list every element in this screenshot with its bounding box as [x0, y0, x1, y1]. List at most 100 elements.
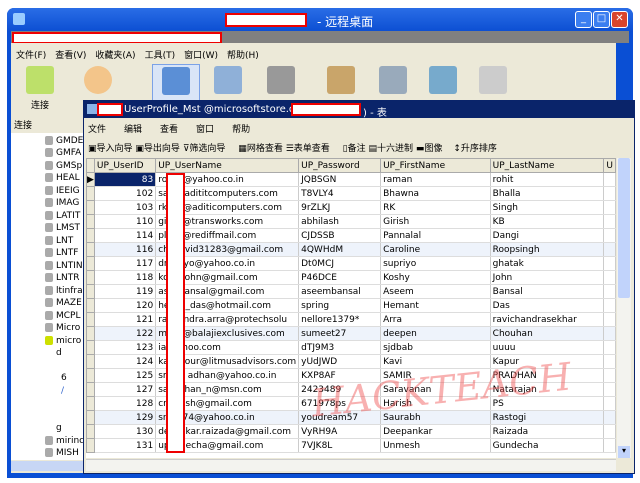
- cell-password[interactable]: abhilash: [298, 214, 382, 229]
- column-header[interactable]: UP_UserID: [93, 158, 157, 173]
- cell-lastname[interactable]: Roopsingh: [490, 242, 605, 257]
- menu-file[interactable]: 文件: [88, 125, 106, 135]
- row-indicator[interactable]: [86, 354, 95, 369]
- cell-userid[interactable]: 125: [94, 368, 157, 383]
- row-indicator[interactable]: [86, 382, 95, 397]
- cell-firstname[interactable]: Unmesh: [380, 438, 491, 453]
- cell-extra[interactable]: [603, 214, 616, 229]
- row-indicator[interactable]: [86, 214, 95, 229]
- cell-userid[interactable]: 103: [94, 200, 157, 215]
- cell-userid[interactable]: 102: [94, 186, 157, 201]
- cell-lastname[interactable]: Das: [490, 298, 605, 313]
- cell-lastname[interactable]: Gundecha: [490, 438, 605, 453]
- menu-window[interactable]: 窗口: [196, 125, 214, 135]
- cell-userid[interactable]: 118: [94, 270, 157, 285]
- sort-ascending-button[interactable]: ↕升序排序: [453, 144, 497, 154]
- cell-lastname[interactable]: uuuu: [490, 340, 605, 355]
- filter-wizard-button[interactable]: ⊽筛选向导: [183, 144, 226, 154]
- cell-extra[interactable]: [603, 172, 616, 187]
- column-header[interactable]: UP_LastName: [489, 158, 605, 173]
- menu-edit[interactable]: 编辑: [124, 125, 142, 135]
- cell-password[interactable]: nellore1379*: [298, 312, 382, 327]
- connect-button[interactable]: 连接: [17, 64, 63, 111]
- cell-userid[interactable]: 121: [94, 312, 157, 327]
- tree-horizontal-scrollbar[interactable]: [11, 461, 83, 471]
- row-indicator[interactable]: ▶: [86, 172, 95, 187]
- cell-userid[interactable]: 130: [94, 424, 157, 439]
- menu-help[interactable]: 帮助(H): [227, 51, 259, 61]
- maximize-button[interactable]: □: [593, 11, 610, 28]
- cell-extra[interactable]: [603, 200, 616, 215]
- menu-view[interactable]: 查看: [160, 125, 178, 135]
- form-view-button[interactable]: ☰表单查看: [286, 144, 330, 154]
- cell-firstname[interactable]: supriyo: [380, 256, 491, 271]
- cell-extra[interactable]: [603, 438, 616, 453]
- cell-userid[interactable]: 83: [94, 172, 157, 187]
- cell-extra[interactable]: [603, 382, 616, 397]
- cell-firstname[interactable]: Girish: [380, 214, 491, 229]
- cell-password[interactable]: JQBSGN: [298, 172, 382, 187]
- cell-firstname[interactable]: Bhawna: [380, 186, 491, 201]
- column-header[interactable]: UP_UserName: [155, 158, 300, 173]
- cell-password[interactable]: P46DCE: [298, 270, 382, 285]
- scroll-down-arrow-icon[interactable]: ▾: [618, 446, 630, 458]
- data-grid[interactable]: UP_UserID UP_UserName UP_Password UP_Fir…: [86, 158, 616, 458]
- row-indicator[interactable]: [86, 284, 95, 299]
- cell-password[interactable]: sumeet27: [298, 326, 382, 341]
- column-header[interactable]: UP_FirstName: [380, 158, 491, 173]
- cell-extra[interactable]: [603, 298, 616, 313]
- cell-lastname[interactable]: Chouhan: [490, 326, 605, 341]
- cell-lastname[interactable]: John: [490, 270, 605, 285]
- grid-vertical-scrollbar[interactable]: ▾: [617, 158, 631, 458]
- row-indicator[interactable]: [86, 368, 95, 383]
- cell-userid[interactable]: 123: [94, 340, 157, 355]
- cell-password[interactable]: dTJ9M3: [298, 340, 382, 355]
- cell-extra[interactable]: [603, 256, 616, 271]
- cell-lastname[interactable]: Raizada: [490, 424, 605, 439]
- grid-horizontal-scrollbar[interactable]: [86, 459, 616, 471]
- cell-firstname[interactable]: Aseem: [380, 284, 491, 299]
- cell-extra[interactable]: [603, 354, 616, 369]
- row-indicator[interactable]: [86, 396, 95, 411]
- memo-button[interactable]: ▯备注: [343, 144, 366, 154]
- scroll-thumb[interactable]: [618, 158, 630, 298]
- row-indicator[interactable]: [86, 340, 95, 355]
- cell-password[interactable]: CJDSSB: [298, 228, 382, 243]
- cell-extra[interactable]: [603, 186, 616, 201]
- row-indicator[interactable]: [86, 228, 95, 243]
- cell-firstname[interactable]: Arra: [380, 312, 491, 327]
- menu-help[interactable]: 帮助: [232, 125, 250, 135]
- minimize-button[interactable]: _: [575, 11, 592, 28]
- cell-lastname[interactable]: Rastogi: [490, 410, 605, 425]
- cell-password[interactable]: 7VJK8L: [298, 438, 382, 453]
- cell-lastname[interactable]: ghatak: [490, 256, 605, 271]
- cell-userid[interactable]: 129: [94, 410, 157, 425]
- hex-button[interactable]: ▤十六进制: [369, 144, 414, 154]
- cell-password[interactable]: yUdJWD: [298, 354, 382, 369]
- cell-password[interactable]: Dt0MCJ: [298, 256, 382, 271]
- cell-lastname[interactable]: ravichandrasekhar: [490, 312, 605, 327]
- cell-extra[interactable]: [603, 368, 616, 383]
- import-wizard-button[interactable]: ▣导入向导: [88, 144, 133, 154]
- menu-window[interactable]: 窗口(W): [184, 51, 218, 61]
- cell-password[interactable]: VyRH9A: [298, 424, 382, 439]
- cell-password[interactable]: 9rZLKJ: [298, 200, 382, 215]
- cell-firstname[interactable]: sjdbab: [380, 340, 491, 355]
- row-indicator[interactable]: [86, 242, 95, 257]
- cell-userid[interactable]: 124: [94, 354, 157, 369]
- cell-extra[interactable]: [603, 410, 616, 425]
- cell-lastname[interactable]: Bhalla: [490, 186, 605, 201]
- export-wizard-button[interactable]: ▣导出向导: [135, 144, 180, 154]
- cell-firstname[interactable]: Koshy: [380, 270, 491, 285]
- cell-extra[interactable]: [603, 270, 616, 285]
- row-indicator[interactable]: [86, 438, 95, 453]
- row-indicator[interactable]: [86, 424, 95, 439]
- cell-firstname[interactable]: Pannalal: [380, 228, 491, 243]
- tree-item-schema[interactable]: d: [56, 347, 86, 359]
- row-indicator[interactable]: [86, 298, 95, 313]
- cell-userid[interactable]: 110: [94, 214, 157, 229]
- menu-tools[interactable]: 工具(T): [145, 51, 176, 61]
- grid-view-button[interactable]: ▦网格查看: [238, 144, 283, 154]
- cell-userid[interactable]: 122: [94, 326, 157, 341]
- cell-userid[interactable]: 127: [94, 382, 157, 397]
